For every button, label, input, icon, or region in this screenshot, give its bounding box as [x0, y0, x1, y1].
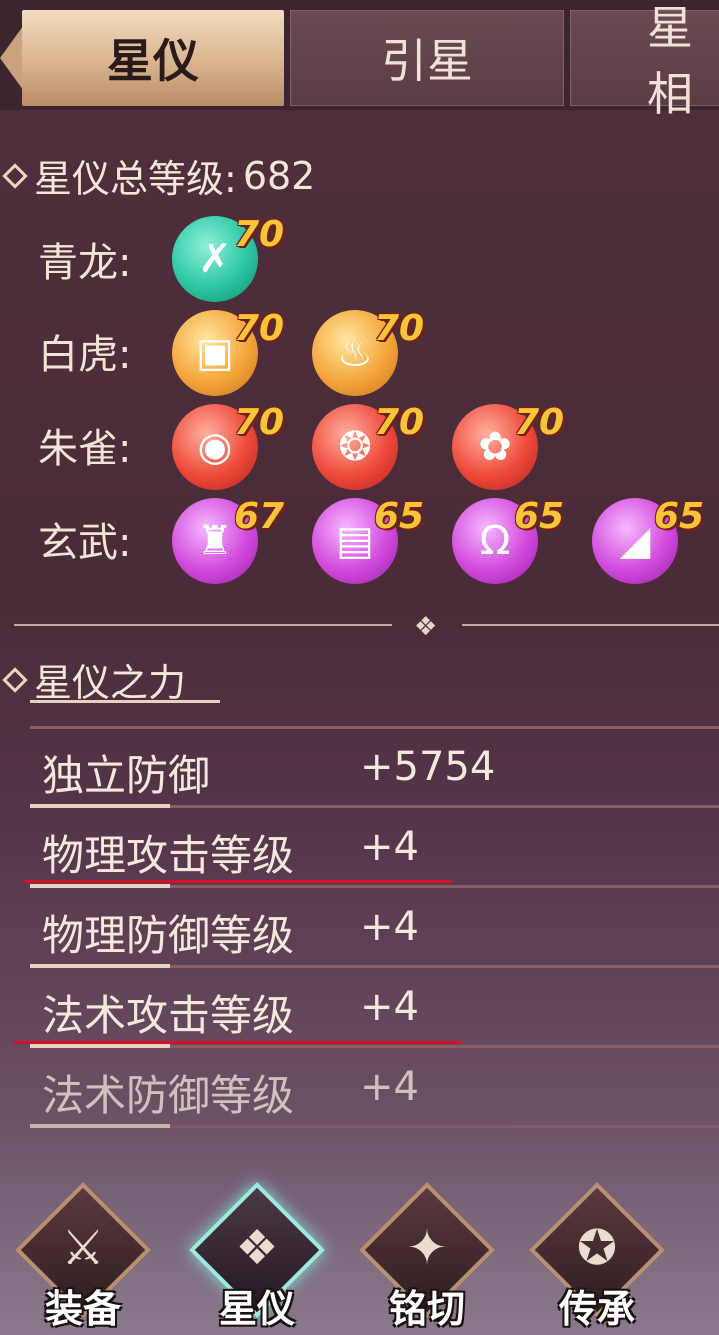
gem-level: 70	[234, 402, 285, 443]
nav-label: 装备	[44, 1287, 121, 1331]
gem-level: 70	[514, 402, 565, 443]
stat-row: 独立防御 +5754	[30, 730, 719, 808]
row-divider-accent	[30, 1044, 170, 1048]
divider-left	[14, 624, 392, 626]
star-instrument-icon: ❖	[235, 1220, 279, 1276]
nav-inheritance[interactable]: ✪ 传承	[524, 1182, 665, 1331]
total-level-header: 星仪总等级: 682	[0, 148, 315, 203]
stat-value: +4	[360, 1064, 419, 1110]
diamond-bullet-icon	[2, 162, 28, 189]
crossed-blades-icon[interactable]: ✗ 70	[172, 214, 284, 302]
stat-name: 物理防御等级	[42, 911, 295, 960]
gem-level: 70	[234, 214, 285, 255]
beast-row-white-tiger: 白虎:	[38, 306, 168, 396]
beast-label: 朱雀:	[38, 426, 132, 472]
bottom-nav: ⚔ 装备 ❖ 星仪 ✦ 铭切 ✪ 传承	[0, 1180, 719, 1335]
beast-label: 玄武:	[38, 520, 132, 566]
flower-icon[interactable]: ✿ 70	[452, 402, 564, 490]
stat-value: +4	[360, 904, 419, 950]
gem-level: 70	[374, 402, 425, 443]
pants-icon[interactable]: Ω 65	[452, 496, 564, 584]
star-ring-icon: ✦	[406, 1220, 448, 1276]
stat-name: 物理攻击等级	[42, 831, 295, 880]
row-divider-accent	[30, 884, 170, 888]
stat-name: 法术防御等级	[42, 1071, 295, 1120]
total-level-value: 682	[242, 153, 316, 198]
pouch-icon[interactable]: ♨ 70	[312, 308, 424, 396]
sword-icon: ⚔	[61, 1220, 105, 1276]
beast-row-vermilion-bird: 朱雀:	[38, 400, 168, 490]
stat-name: 独立防御	[42, 751, 211, 800]
stat-row: 物理防御等级 +4	[30, 890, 719, 968]
divider-right	[462, 624, 719, 626]
annotation-underline	[14, 1041, 461, 1044]
tab-guide-star[interactable]: 引星	[290, 10, 564, 106]
stat-name: 法术攻击等级	[42, 991, 295, 1040]
stat-value: +5754	[360, 744, 496, 790]
gem-level: 70	[234, 308, 285, 349]
beast-row-azure-dragon: 青龙:	[38, 214, 168, 304]
row-divider-accent	[30, 804, 170, 808]
beast-label: 白虎:	[38, 332, 132, 378]
tab-star-instrument[interactable]: 星仪	[22, 10, 284, 106]
nav-label: 星仪	[218, 1287, 295, 1331]
tab-star-aspect[interactable]: 星相	[570, 1, 719, 121]
power-title-underline	[30, 700, 220, 703]
diamond-bullet-icon	[2, 666, 28, 693]
inheritance-icon: ✪	[576, 1220, 618, 1276]
gem-level: 65	[654, 496, 705, 537]
power-title: 星仪之力	[34, 661, 187, 705]
nav-inscription[interactable]: ✦ 铭切	[354, 1182, 495, 1331]
beast-row-black-tortoise: 玄武:	[38, 494, 168, 584]
gem-level: 67	[234, 496, 285, 537]
row-divider-accent	[30, 964, 170, 968]
gem-level: 70	[374, 308, 425, 349]
armor-icon[interactable]: ▤ 65	[312, 496, 424, 584]
power-header: 星仪之力	[0, 652, 186, 707]
prayer-beads-icon[interactable]: ❂ 70	[312, 402, 424, 490]
beast-label: 青龙:	[38, 240, 132, 286]
stat-value: +4	[360, 984, 419, 1030]
bracelet-icon[interactable]: ◉ 70	[172, 402, 284, 490]
nav-star-instrument[interactable]: ❖ 星仪	[184, 1182, 325, 1331]
charm-scroll-icon[interactable]: ▣ 70	[172, 308, 284, 396]
helmet-icon[interactable]: ♜ 67	[172, 496, 284, 584]
scrolled-row-line	[30, 726, 719, 729]
nav-label: 铭切	[388, 1287, 465, 1331]
boots-icon[interactable]: ◢ 65	[592, 496, 704, 584]
diamond-ornament-icon: ❖	[414, 612, 438, 642]
gem-level: 65	[374, 496, 425, 537]
annotation-underline	[24, 880, 452, 883]
gem-level: 65	[514, 496, 565, 537]
tab-bar: 星仪 引星 星相	[0, 0, 719, 121]
stat-row: 物理攻击等级 +4	[30, 810, 719, 888]
stat-row: 法术攻击等级 +4	[30, 970, 719, 1048]
nav-label: 传承	[558, 1287, 635, 1331]
stat-row: 法术防御等级 +4	[30, 1050, 719, 1128]
total-level-label: 星仪总等级:	[34, 157, 237, 201]
row-divider-accent	[30, 1124, 170, 1128]
stat-value: +4	[360, 824, 419, 870]
nav-equipment[interactable]: ⚔ 装备	[10, 1182, 151, 1331]
